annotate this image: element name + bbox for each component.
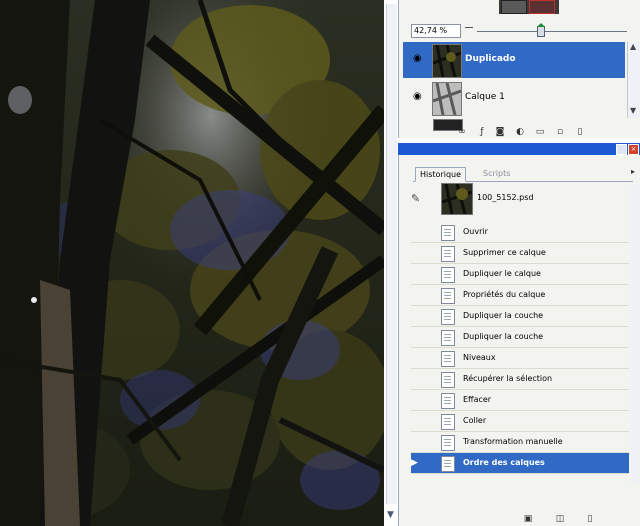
zoom-slider[interactable] xyxy=(477,31,627,32)
scroll-up-arrow-icon[interactable]: ▲ xyxy=(630,42,636,51)
new-document-from-state-icon[interactable]: ▣ xyxy=(523,515,533,524)
tab-scripts[interactable]: Scripts xyxy=(479,167,514,180)
snapshot-filename: 100_5152.psd xyxy=(477,193,534,202)
history-step[interactable]: Niveaux xyxy=(411,348,629,369)
history-step[interactable]: Effacer xyxy=(411,390,629,411)
history-state-icon xyxy=(441,225,455,241)
layer-name: Calque 1 xyxy=(465,92,505,102)
history-step[interactable]: Supprimer ce calque xyxy=(411,243,629,264)
history-panel: Historique Scripts ▸ ✎ 100_5152.psd Ouvr… xyxy=(398,155,640,526)
panel-title-bar[interactable]: × xyxy=(398,143,640,155)
layer-thumbnail xyxy=(432,82,462,116)
history-snapshot[interactable]: ✎ 100_5152.psd xyxy=(407,183,629,215)
panel-tabs: Historique Scripts xyxy=(413,167,633,182)
history-step[interactable]: Propriétés du calque xyxy=(411,285,629,306)
layer-row-duplicado[interactable]: ◉ Duplicado xyxy=(403,42,625,78)
history-brush-icon[interactable]: ✎ xyxy=(411,193,425,205)
history-state-icon xyxy=(441,435,455,451)
layer-row-calque-1[interactable]: ◉ Calque 1 xyxy=(403,80,625,116)
new-snapshot-icon[interactable]: ◫ xyxy=(555,515,565,524)
layers-scrollbar[interactable]: ▲ ▼ xyxy=(627,42,640,118)
snapshot-thumbnail xyxy=(441,183,473,215)
layer-thumbnail xyxy=(432,44,462,78)
history-state-icon xyxy=(441,372,455,388)
history-step[interactable]: Récupérer la sélection xyxy=(411,369,629,390)
history-scrollbar[interactable] xyxy=(631,185,639,485)
layer-name: Duplicado xyxy=(465,54,516,64)
panel-menu-icon[interactable]: ▸ xyxy=(631,167,639,179)
layers-panel: 42,74 % ◉ Duplicado ◉ Calque 1 ▲ ▼ ∞ ƒ ◙… xyxy=(398,0,640,138)
history-step[interactable]: Dupliquer la couche xyxy=(411,306,629,327)
navigator-thumbnail-strip xyxy=(499,0,559,14)
history-state-icon xyxy=(441,288,455,304)
history-state-icon xyxy=(441,393,455,409)
trash-icon[interactable]: ▯ xyxy=(585,515,595,524)
history-step[interactable]: Dupliquer la couche xyxy=(411,327,629,348)
layer-style-icon[interactable]: ƒ xyxy=(477,128,487,137)
history-state-icon xyxy=(441,246,455,262)
navigator-preview xyxy=(501,0,527,14)
zoom-row: 42,74 % xyxy=(399,23,640,38)
layer-mask-icon[interactable]: ◙ xyxy=(495,128,505,137)
new-layer-icon[interactable]: ▫ xyxy=(555,128,565,137)
trash-icon[interactable]: ▯ xyxy=(575,128,585,137)
history-step[interactable]: Transformation manuelle xyxy=(411,432,629,453)
zoom-input[interactable]: 42,74 % xyxy=(411,24,461,38)
layers-toolbar: ∞ ƒ ◙ ◐ ▭ ▫ ▯ xyxy=(399,127,640,139)
history-toolbar: ▣ ◫ ▯ xyxy=(399,514,640,526)
image-canvas[interactable] xyxy=(0,0,384,526)
eye-icon[interactable]: ◉ xyxy=(413,53,427,65)
scroll-down-arrow-icon[interactable]: ▼ xyxy=(630,106,636,115)
navigator-view-box[interactable] xyxy=(529,0,555,14)
history-state-icon xyxy=(441,330,455,346)
zoom-out-icon[interactable] xyxy=(465,27,473,31)
close-button[interactable]: × xyxy=(628,144,639,155)
history-steps-list: Ouvrir Supprimer ce calque Dupliquer le … xyxy=(411,222,629,474)
history-state-icon xyxy=(441,351,455,367)
scrollbar-track[interactable] xyxy=(386,4,397,504)
tree-photo xyxy=(0,0,384,526)
eye-icon[interactable]: ◉ xyxy=(413,91,427,103)
history-step[interactable]: Coller xyxy=(411,411,629,432)
history-state-icon xyxy=(441,267,455,283)
new-group-icon[interactable]: ▭ xyxy=(535,128,545,137)
history-step[interactable]: Ouvrir xyxy=(411,222,629,243)
history-state-icon xyxy=(441,456,455,472)
minimize-button[interactable] xyxy=(616,144,627,155)
history-step-active[interactable]: ▶ Ordre des calques xyxy=(411,453,629,474)
tab-historique[interactable]: Historique xyxy=(415,167,467,182)
canvas-vertical-scrollbar[interactable]: ▼ xyxy=(384,0,398,526)
zoom-slider-handle[interactable] xyxy=(537,23,545,37)
history-state-icon xyxy=(441,309,455,325)
adjustment-layer-icon[interactable]: ◐ xyxy=(515,128,525,137)
scroll-down-arrow-icon[interactable]: ▼ xyxy=(387,510,394,520)
history-step[interactable]: Dupliquer le calque xyxy=(411,264,629,285)
photoshop-window: ▼ 42,74 % ◉ Duplicado ◉ Calque 1 ▲ ▼ ∞ ƒ… xyxy=(0,0,640,526)
link-icon[interactable]: ∞ xyxy=(457,128,467,137)
current-state-marker-icon: ▶ xyxy=(411,458,418,468)
history-state-icon xyxy=(441,414,455,430)
